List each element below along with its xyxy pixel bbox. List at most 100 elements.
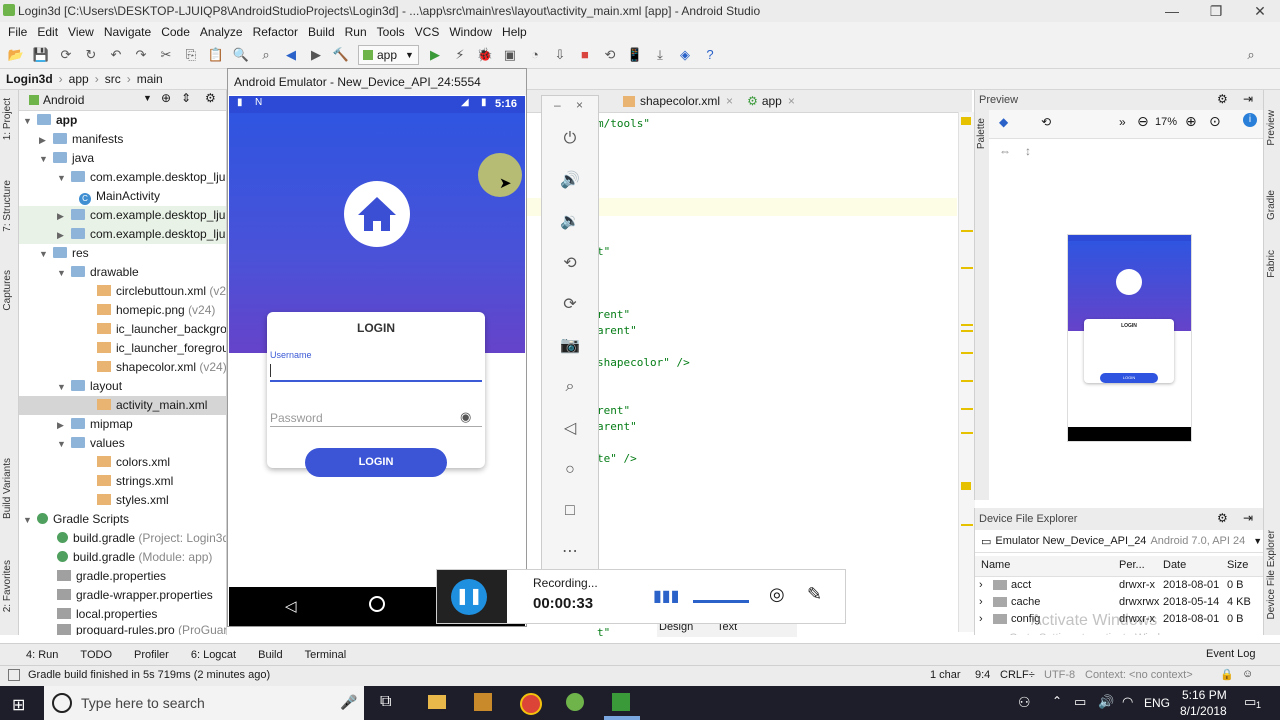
tree-item-res[interactable]: ▼ res bbox=[39, 244, 89, 263]
code-line[interactable]: rent" bbox=[597, 404, 630, 417]
tree-item-package-test[interactable]: ▶com.example.desktop_ljuiqp8.login3d bbox=[19, 206, 226, 225]
tree-item-app[interactable]: ▼ app bbox=[23, 111, 77, 130]
tab-app[interactable]: ⚙ app × bbox=[747, 90, 795, 112]
tree-item-ic-launcher-foreground[interactable]: ic_launcher_foreground.xml bbox=[97, 339, 226, 358]
minimize-button[interactable]: — bbox=[1150, 0, 1194, 22]
project-tool-tab[interactable]: 1: Project bbox=[2, 98, 13, 140]
context-selector[interactable]: Context: <no context> bbox=[1085, 669, 1193, 681]
avd-manager-icon[interactable]: 📱 bbox=[626, 46, 644, 64]
menu-navigate[interactable]: Navigate bbox=[104, 25, 151, 39]
chevron-up-icon[interactable]: ⌃ bbox=[1052, 694, 1062, 708]
tree-item-strings[interactable]: strings.xml bbox=[97, 472, 173, 491]
tree-item-activity-main[interactable]: activity_main.xml bbox=[19, 396, 226, 415]
table-row[interactable]: › cache drwxrwx 2018-05-14 4 KB bbox=[975, 594, 1263, 611]
breadcrumb-app[interactable]: app bbox=[69, 72, 89, 86]
menu-build[interactable]: Build bbox=[308, 25, 335, 39]
warning-marker[interactable] bbox=[961, 408, 973, 410]
chrome-icon[interactable] bbox=[520, 693, 542, 715]
volume-slider[interactable] bbox=[693, 600, 749, 603]
logcat-tool-button[interactable]: 6: Logcat bbox=[191, 649, 236, 661]
gear-icon[interactable]: ⚙ bbox=[1217, 511, 1228, 525]
warning-marker[interactable] bbox=[961, 324, 973, 326]
tool-windows-icon[interactable] bbox=[8, 669, 20, 681]
captures-tool-tab[interactable]: Captures bbox=[2, 270, 13, 311]
line-separator[interactable]: CRLF÷ bbox=[1000, 669, 1035, 681]
windows-start-icon[interactable]: ⊞ bbox=[12, 695, 25, 715]
menu-tools[interactable]: Tools bbox=[377, 25, 405, 39]
tree-item-java[interactable]: ▼ java bbox=[39, 149, 94, 168]
menu-code[interactable]: Code bbox=[161, 25, 190, 39]
caret-position[interactable]: 9:4 bbox=[975, 669, 990, 681]
visibility-off-icon[interactable]: ◉ bbox=[460, 409, 471, 425]
warning-marker[interactable] bbox=[961, 482, 971, 490]
tree-item-shapecolor[interactable]: shapecolor.xml (v24) bbox=[97, 358, 226, 377]
overview-icon[interactable]: □ bbox=[557, 498, 583, 524]
info-icon[interactable]: i bbox=[1243, 113, 1257, 127]
menu-help[interactable]: Help bbox=[502, 25, 527, 39]
run-icon[interactable]: ▶ bbox=[426, 46, 444, 64]
code-line[interactable]: arent" bbox=[597, 420, 637, 433]
taskbar-search[interactable]: Type here to search 🎤 bbox=[44, 686, 364, 720]
preview-tool-tab[interactable]: Preview bbox=[1266, 110, 1277, 146]
nav-back-icon[interactable]: ◁ bbox=[285, 597, 297, 615]
camera-icon[interactable]: 📷 bbox=[557, 333, 583, 359]
warning-marker[interactable] bbox=[961, 330, 973, 332]
redo-icon[interactable]: ↷ bbox=[132, 46, 150, 64]
back-icon[interactable]: ◀ bbox=[282, 46, 300, 64]
breadcrumb-project[interactable]: Login3d bbox=[6, 72, 53, 86]
menu-view[interactable]: View bbox=[68, 25, 94, 39]
sdk-manager-icon[interactable]: ⤓ bbox=[651, 46, 669, 64]
profile-icon[interactable]: ◔ bbox=[526, 46, 544, 64]
build-status-message[interactable]: Gradle build finished in 5s 719ms (2 min… bbox=[28, 669, 270, 681]
tree-item-build-gradle-project[interactable]: build.gradle (Project: Login3d) bbox=[57, 529, 226, 548]
volume-down-icon[interactable]: 🔉 bbox=[557, 209, 583, 235]
tree-item-proguard-rules[interactable]: proguard-rules.pro (ProGuard Rules bbox=[57, 621, 226, 635]
gradle-tool-tab[interactable]: Gradle bbox=[1266, 190, 1277, 220]
find-icon[interactable]: 🔍 bbox=[232, 46, 250, 64]
make-project-icon[interactable]: 🔨 bbox=[332, 46, 350, 64]
tree-item-package-androidtest[interactable]: ▶com.example.desktop_ljuiqp8.login3d bbox=[19, 225, 226, 244]
device-file-explorer-tool-tab[interactable]: Device File Explorer bbox=[1266, 530, 1277, 619]
tree-item-styles[interactable]: styles.xml bbox=[97, 491, 169, 510]
chevron-down-icon[interactable]: ▼ bbox=[143, 93, 152, 103]
code-line[interactable]: t" bbox=[597, 626, 610, 639]
attach-debugger-icon[interactable]: ⇩ bbox=[551, 46, 569, 64]
resize-icon[interactable]: ⇔ bbox=[999, 144, 1011, 158]
rotate-left-icon[interactable]: ⟲ bbox=[557, 251, 583, 277]
people-icon[interactable]: ⚇ bbox=[1018, 694, 1031, 711]
project-structure-icon[interactable]: ◈ bbox=[676, 46, 694, 64]
volume-icon[interactable]: 🔊 bbox=[1098, 694, 1114, 710]
minimize-icon[interactable]: – bbox=[554, 98, 561, 112]
audio-level-icon[interactable]: ▮▮▮ bbox=[653, 586, 679, 606]
device-screen[interactable]: ▮ N ◢ ▮ 5:16 ➤ LOGIN Username Password ◉… bbox=[229, 96, 525, 626]
tree-item-drawable[interactable]: ▼ drawable bbox=[57, 263, 139, 282]
profiler-tool-button[interactable]: Profiler bbox=[134, 649, 169, 661]
layers-icon[interactable]: ◆ bbox=[999, 115, 1008, 129]
run-config-select[interactable]: app ▼ bbox=[358, 45, 419, 65]
warning-marker[interactable] bbox=[961, 352, 973, 354]
orientation-icon[interactable]: ⟲ bbox=[1041, 115, 1051, 129]
rotate-right-icon[interactable]: ⟳ bbox=[557, 292, 583, 318]
collapse-icon[interactable]: ⇕ bbox=[181, 91, 191, 105]
volume-up-icon[interactable]: 🔊 bbox=[557, 168, 583, 194]
code-line[interactable]: arent" bbox=[597, 324, 637, 337]
run-tool-button[interactable]: 4: Run bbox=[26, 649, 58, 661]
warning-marker[interactable] bbox=[961, 230, 973, 232]
undo-icon[interactable]: ↶ bbox=[107, 46, 125, 64]
warning-marker[interactable] bbox=[961, 267, 973, 269]
zoom-out-icon[interactable]: ⊖ bbox=[1137, 113, 1149, 130]
maximize-button[interactable]: ❐ bbox=[1194, 0, 1238, 22]
tree-item-values[interactable]: ▼ values bbox=[57, 434, 125, 453]
code-line[interactable]: rent" bbox=[597, 308, 630, 321]
wifi-icon[interactable]: ◠ bbox=[1122, 694, 1133, 710]
debug-icon[interactable]: 🐞 bbox=[476, 46, 494, 64]
column-date[interactable]: Date bbox=[1163, 559, 1186, 571]
code-line[interactable]: te" /> bbox=[597, 452, 637, 465]
username-input[interactable] bbox=[270, 364, 482, 382]
pause-button[interactable]: ❚❚ bbox=[451, 579, 487, 615]
hide-icon[interactable]: ⇥ bbox=[1243, 511, 1253, 525]
tree-item-manifests[interactable]: ▶ manifests bbox=[39, 130, 123, 149]
file-explorer-icon[interactable] bbox=[428, 695, 446, 709]
fabric-tool-tab[interactable]: Fabric bbox=[1266, 250, 1277, 278]
android-studio-taskbar-icon[interactable] bbox=[566, 693, 584, 711]
